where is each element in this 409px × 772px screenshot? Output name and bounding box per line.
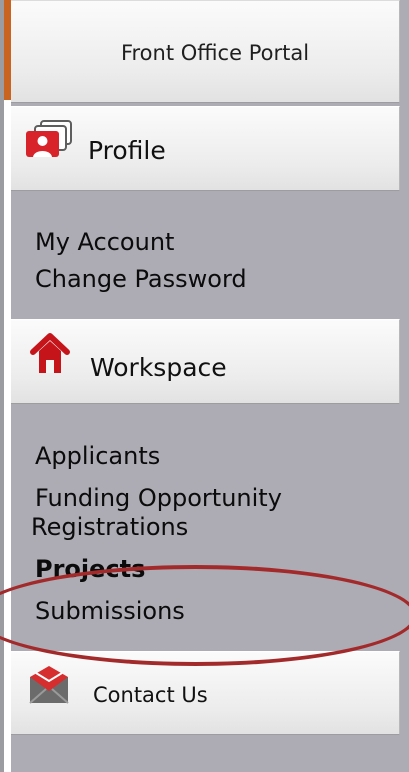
sidebar-item-projects[interactable]: Projects [35,555,145,583]
portal-title: Front Office Portal [120,41,310,65]
sidebar-item-submissions[interactable]: Submissions [35,597,185,625]
sidebar-item-applicants[interactable]: Applicants [35,442,160,470]
sidebar-item-registrations[interactable]: Registrations [31,513,188,541]
navigation-sidebar: Front Office Portal Profile My Account C… [0,0,409,772]
profile-header[interactable]: Profile [11,106,400,191]
profile-label: Profile [88,136,166,165]
profile-cards-icon [26,120,72,157]
sidebar-edge [0,0,4,772]
envelope-icon [29,666,69,704]
contact-us-header[interactable]: Contact Us [11,651,400,735]
sidebar-item-change-password[interactable]: Change Password [35,265,247,293]
sidebar-item-funding-opportunity[interactable]: Funding Opportunity [35,484,282,512]
sidebar-item-my-account[interactable]: My Account [35,228,174,256]
front-office-portal-button[interactable]: Front Office Portal [11,0,400,103]
workspace-label: Workspace [90,353,227,382]
active-accent-bar [4,0,11,100]
contact-us-label: Contact Us [93,683,208,707]
home-icon [30,333,70,373]
workspace-header[interactable]: Workspace [11,319,400,404]
